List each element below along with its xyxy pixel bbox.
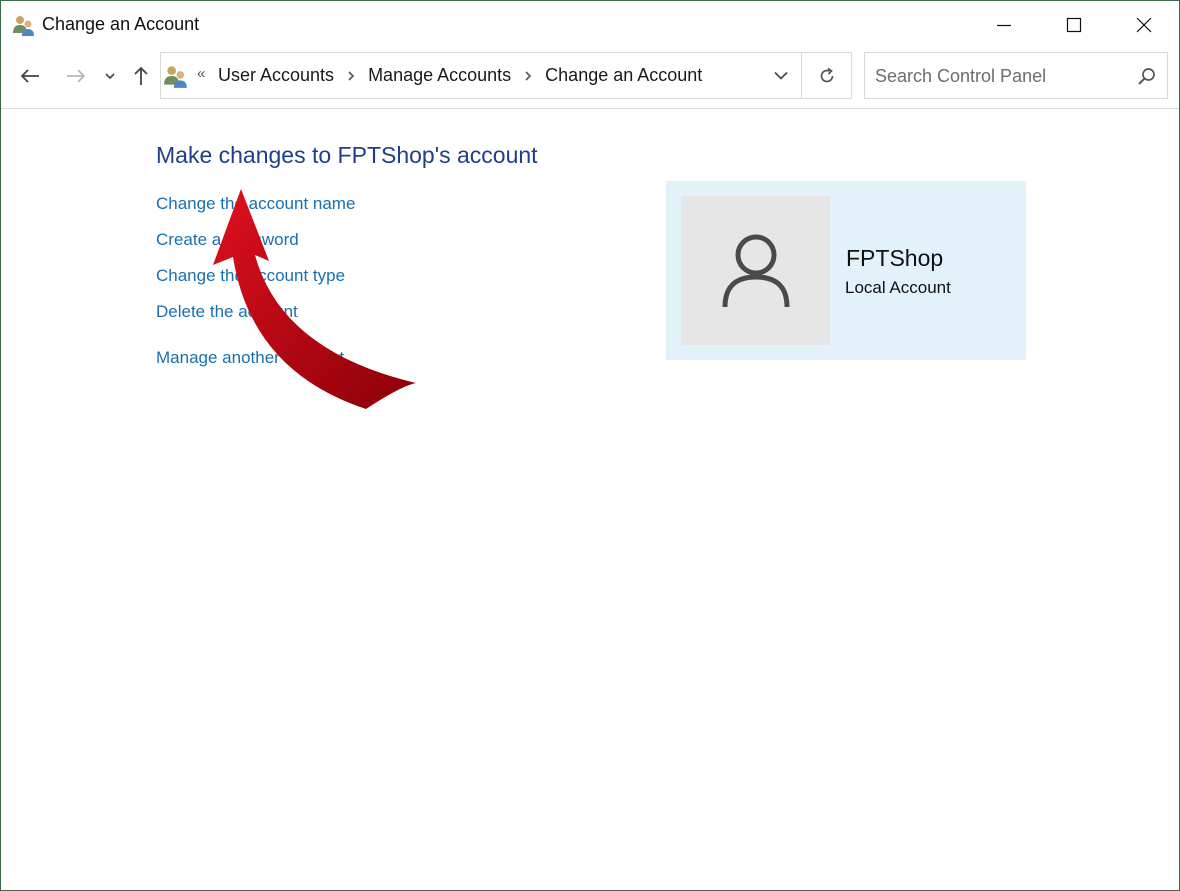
manage-another-account-link[interactable]: Manage another account [156, 348, 344, 368]
maximize-button[interactable] [1039, 1, 1109, 49]
chevron-down-icon [774, 71, 788, 80]
toolbar-divider [1, 108, 1179, 109]
chevron-down-icon [105, 73, 115, 80]
breadcrumb-change-an-account[interactable]: Change an Account [545, 65, 702, 86]
chevron-right-icon [525, 70, 532, 81]
minimize-button[interactable] [969, 1, 1039, 49]
delete-account-link[interactable]: Delete the account [156, 302, 298, 322]
back-button[interactable] [15, 61, 45, 91]
annotation-arrow-icon [213, 189, 416, 409]
address-bar[interactable]: « User Accounts Manage Accounts Change a… [160, 52, 852, 99]
user-accounts-icon [13, 16, 34, 36]
change-account-type-link[interactable]: Change the account type [156, 266, 345, 286]
account-type: Local Account [845, 278, 951, 297]
maximize-icon [1066, 17, 1082, 33]
window: Change an Account « User Accounts Manage… [0, 0, 1180, 891]
avatar [681, 196, 830, 345]
minimize-icon [997, 24, 1011, 27]
search-input[interactable] [875, 64, 1125, 88]
breadcrumb-overflow[interactable]: « [197, 65, 205, 82]
close-icon [1136, 17, 1152, 33]
refresh-icon [820, 67, 834, 82]
refresh-button[interactable] [802, 53, 852, 98]
address-dropdown-button[interactable] [761, 53, 801, 98]
breadcrumb-chevron[interactable] [511, 70, 545, 82]
account-name: FPTShop [846, 245, 944, 271]
forward-arrow-icon [67, 69, 86, 83]
breadcrumb-chevron[interactable] [334, 70, 368, 82]
user-accounts-icon [164, 66, 187, 88]
page-title: Make changes to FPTShop's account [156, 142, 538, 168]
up-arrow-icon [134, 66, 148, 85]
forward-button[interactable] [61, 61, 91, 91]
recent-locations-button[interactable] [101, 61, 119, 91]
back-arrow-icon [20, 69, 39, 83]
chevron-right-icon [348, 70, 355, 81]
window-title: Change an Account [42, 14, 200, 34]
account-card: FPTShop Local Account [666, 181, 1026, 360]
change-account-name-link[interactable]: Change the account name [156, 194, 355, 214]
breadcrumb: User Accounts Manage Accounts Change an … [218, 65, 702, 86]
user-icon [722, 234, 789, 307]
up-button[interactable] [127, 61, 155, 91]
navigation-bar: « User Accounts Manage Accounts Change a… [1, 49, 1179, 107]
search-icon[interactable] [1137, 67, 1157, 87]
breadcrumb-manage-accounts[interactable]: Manage Accounts [368, 65, 511, 86]
create-password-link[interactable]: Create a password [156, 230, 299, 250]
search-box[interactable] [864, 52, 1168, 99]
close-button[interactable] [1109, 1, 1179, 49]
breadcrumb-user-accounts[interactable]: User Accounts [218, 65, 334, 86]
title-bar: Change an Account [1, 1, 1179, 49]
